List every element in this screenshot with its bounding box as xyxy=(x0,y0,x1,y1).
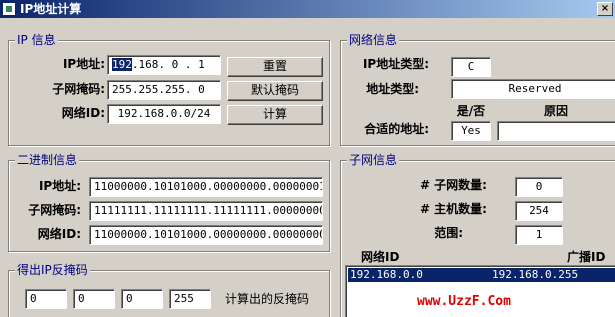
ip-address-label: IP地址: xyxy=(62,57,105,71)
binary-ip-field[interactable]: 11000000.10101000.00000000.00000001 xyxy=(89,177,323,197)
ip-type-field[interactable]: C xyxy=(451,57,491,77)
subnet-row-network-id: 192.168.0.0 xyxy=(350,268,423,281)
subnet-mask-input[interactable]: 255.255.255. 0 xyxy=(107,80,221,100)
ip-info-title: IP 信息 xyxy=(15,33,58,47)
range-field[interactable]: 1 xyxy=(515,225,563,245)
reason-field[interactable] xyxy=(497,121,615,141)
close-button[interactable]: × xyxy=(597,2,613,16)
range-label: 范围: xyxy=(434,226,463,240)
ip-address-input[interactable]: 192.168. 0 . 1 xyxy=(107,55,221,75)
default-mask-button[interactable]: 默认掩码 xyxy=(227,81,323,101)
host-count-label: # 主机数量: xyxy=(419,202,487,216)
wildcard-octet-4[interactable]: 255 xyxy=(169,289,211,309)
suitable-address-label: 合适的地址: xyxy=(364,122,429,136)
wildcard-octet-2[interactable]: 0 xyxy=(73,289,115,309)
address-type-label: 地址类型: xyxy=(366,82,419,96)
ip-address-rest: .168. 0 . 1 xyxy=(131,58,205,71)
calculate-button[interactable]: 计算 xyxy=(227,105,323,125)
broadcast-id-column-header: 广播ID xyxy=(567,250,606,264)
wildcard-mask-title: 得出IP反掩码 xyxy=(15,263,90,277)
subnet-count-field[interactable]: 0 xyxy=(515,177,563,197)
watermark-text: www.UzzF.Com xyxy=(417,294,511,309)
suitable-address-field[interactable]: Yes xyxy=(451,121,491,141)
binary-network-label: 网络ID: xyxy=(37,227,81,241)
title-bar: IP地址计算 × xyxy=(0,0,615,18)
host-count-field[interactable]: 254 xyxy=(515,201,563,221)
subnet-count-label: # 子网数量: xyxy=(419,178,487,192)
ip-type-label: IP地址类型: xyxy=(362,57,429,71)
subnet-list[interactable]: 192.168.0.0 192.168.0.255 xyxy=(345,265,615,317)
reason-header: 原因 xyxy=(543,104,568,118)
subnet-info-title: 子网信息 xyxy=(347,153,400,167)
wildcard-octet-3[interactable]: 0 xyxy=(121,289,163,309)
window-title: IP地址计算 xyxy=(20,2,82,16)
binary-mask-field[interactable]: 11111111.11111111.11111111.00000000 xyxy=(89,201,323,221)
address-type-field[interactable]: Reserved xyxy=(451,79,615,99)
binary-info-title: 二进制信息 xyxy=(15,153,80,167)
binary-info-group: 二进制信息 IP地址: 11000000.10101000.00000000.0… xyxy=(8,153,330,252)
subnet-mask-label: 子网掩码: xyxy=(52,82,105,96)
network-id-column-header: 网络ID xyxy=(361,250,400,264)
network-info-title: 网络信息 xyxy=(347,33,400,47)
network-id-field[interactable]: 192.168.0.0/24 xyxy=(107,104,221,124)
ip-info-group: IP 信息 IP地址: 192.168. 0 . 1 子网掩码: 255.255… xyxy=(8,33,330,146)
ip-address-selected-octet: 192 xyxy=(112,58,132,71)
wildcard-result-label: 计算出的反掩码 xyxy=(225,292,310,306)
yes-no-header: 是/否 xyxy=(456,104,486,118)
app-icon xyxy=(2,2,16,16)
subnet-info-group: 子网信息 # 子网数量: 0 # 主机数量: 254 范围: 1 网络ID 广播… xyxy=(340,153,615,317)
wildcard-mask-group: 得出IP反掩码 0 0 0 255 计算出的反掩码 xyxy=(8,263,330,317)
binary-ip-label: IP地址: xyxy=(38,179,81,193)
wildcard-octet-1[interactable]: 0 xyxy=(25,289,67,309)
binary-mask-label: 子网掩码: xyxy=(28,203,81,217)
binary-network-field[interactable]: 11000000.10101000.00000000.00000000 xyxy=(89,225,323,245)
network-id-label: 网络ID: xyxy=(61,106,105,120)
network-info-group: 网络信息 IP地址类型: C 地址类型: Reserved 是/否 原因 合适的… xyxy=(340,33,615,146)
subnet-list-row[interactable]: 192.168.0.0 192.168.0.255 xyxy=(348,268,615,282)
subnet-row-broadcast-id: 192.168.0.255 xyxy=(492,268,579,281)
reset-button[interactable]: 重置 xyxy=(227,57,323,77)
